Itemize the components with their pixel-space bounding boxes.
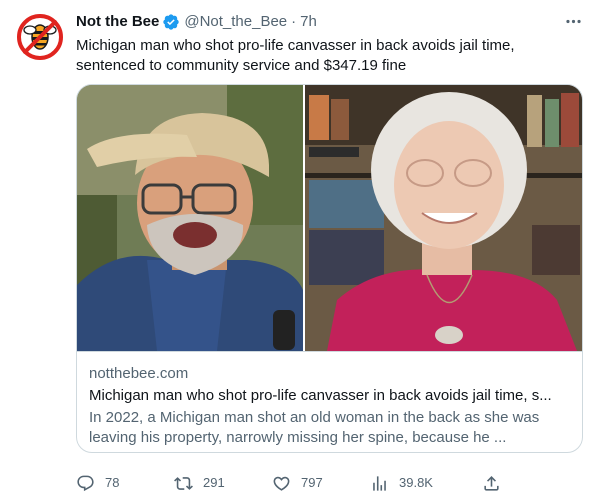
tweet-text: Michigan man who shot pro-life canvasser… <box>76 37 515 74</box>
separator-dot: · <box>291 13 297 30</box>
views-count: 39.8K <box>399 475 433 490</box>
verified-badge-icon <box>162 13 180 31</box>
views-chart-icon <box>373 475 386 491</box>
reply-icon <box>77 475 94 491</box>
card-description: In 2022, a Michigan man shot an old woma… <box>89 409 540 446</box>
more-options-button[interactable] <box>560 10 586 32</box>
retweet-count: 291 <box>203 475 225 490</box>
link-card[interactable]: notthebee.com Michigan man who shot pro-… <box>76 84 583 453</box>
reply-button[interactable]: 78 <box>76 470 119 496</box>
reply-count: 78 <box>105 475 120 490</box>
woman-photo <box>305 85 582 351</box>
avatar[interactable] <box>16 13 64 61</box>
views-button[interactable]: 39.8K <box>370 470 433 496</box>
action-bar: 78 291 797 39.8K <box>76 470 586 496</box>
retweet-button[interactable]: 291 <box>174 470 225 496</box>
card-body[interactable]: notthebee.com Michigan man who shot pro-… <box>77 351 582 452</box>
heart-icon <box>273 476 290 491</box>
retweet-icon <box>174 476 193 490</box>
card-title: Michigan man who shot pro-life canvasser… <box>89 387 552 404</box>
display-name[interactable]: Not the Bee <box>76 12 159 32</box>
card-domain: notthebee.com <box>89 365 189 382</box>
timestamp[interactable]: 7h <box>300 12 317 32</box>
like-button[interactable]: 797 <box>272 470 323 496</box>
share-icon <box>484 475 499 491</box>
handle[interactable]: @Not_the_Bee <box>184 12 287 32</box>
tweet[interactable]: Not the Bee @Not_the_Bee · 7h Michigan m… <box>0 0 598 504</box>
more-dots-icon <box>565 19 581 23</box>
not-the-bee-logo-icon <box>16 13 64 61</box>
like-count: 797 <box>301 475 323 490</box>
card-image[interactable] <box>77 85 582 351</box>
share-button[interactable] <box>482 470 501 496</box>
man-photo <box>77 85 303 351</box>
tweet-header: Not the Bee @Not_the_Bee · 7h <box>76 12 317 32</box>
